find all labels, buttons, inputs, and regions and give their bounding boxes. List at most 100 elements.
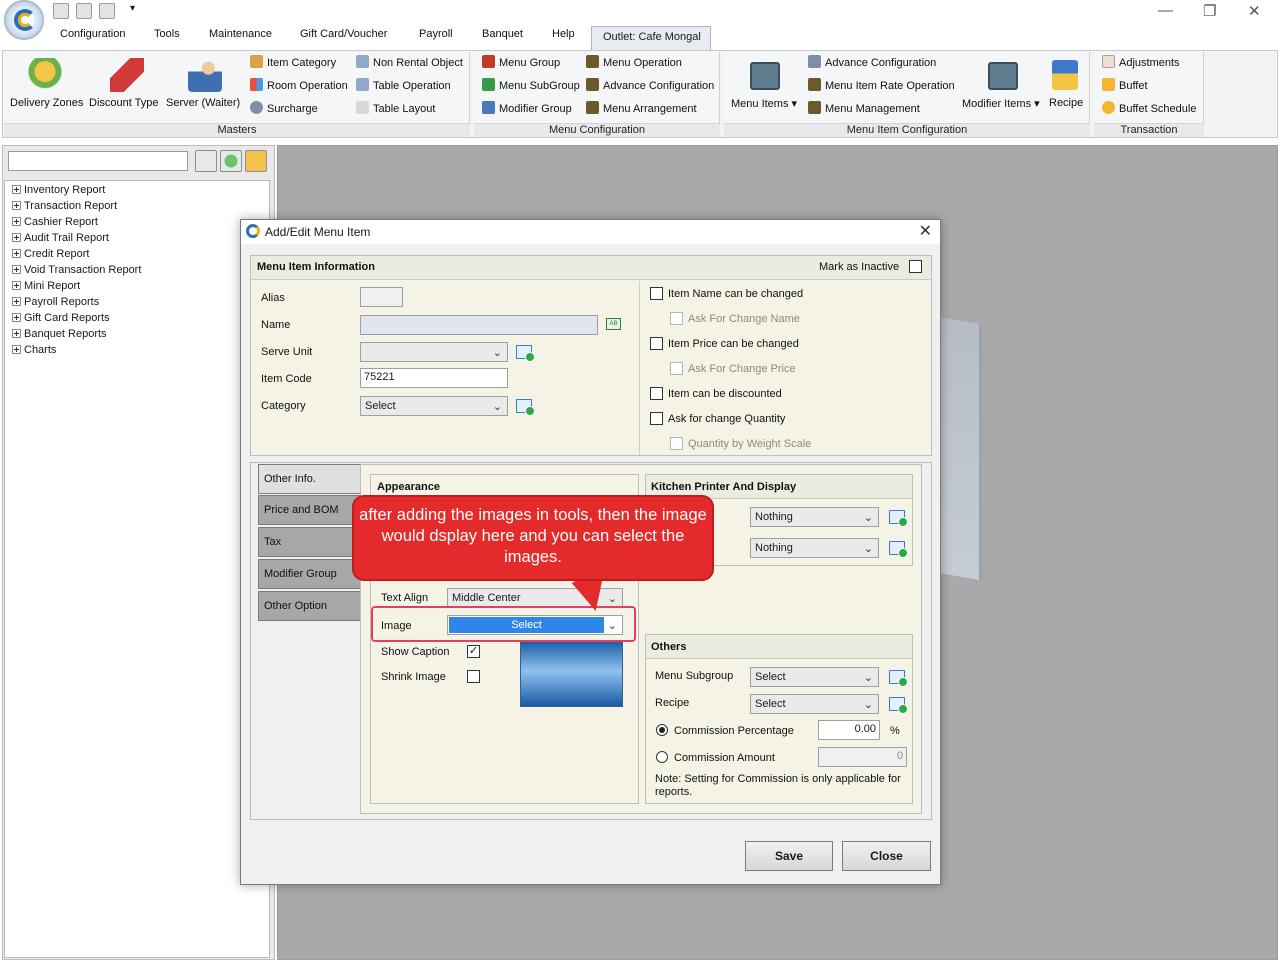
menu-items-button[interactable]: Menu Items ▾ bbox=[731, 97, 797, 110]
tree-item-transaction-report[interactable]: Transaction Report bbox=[12, 200, 117, 212]
refresh-icon[interactable] bbox=[220, 150, 242, 172]
expand-icon[interactable] bbox=[12, 217, 21, 226]
app-logo-icon[interactable] bbox=[4, 0, 44, 40]
serve-unit-select[interactable]: ⌄ bbox=[360, 342, 508, 362]
commission-percentage-field[interactable]: 0.00 bbox=[818, 720, 880, 740]
tab-tax[interactable]: Tax bbox=[258, 527, 361, 557]
tree-item-inventory-report[interactable]: Inventory Report bbox=[12, 184, 105, 196]
quick-access-dropdown-icon[interactable]: ▾ bbox=[130, 3, 135, 14]
commission-percentage-radio[interactable] bbox=[656, 724, 668, 736]
room-operation-button[interactable]: Room Operation bbox=[250, 78, 348, 94]
server-waiter-button[interactable]: Server (Waiter) bbox=[166, 97, 240, 109]
buffet-schedule-button[interactable]: Buffet Schedule bbox=[1102, 101, 1196, 117]
expand-icon[interactable] bbox=[12, 201, 21, 210]
tree-item-charts[interactable]: Charts bbox=[12, 344, 56, 356]
item-discountable-checkbox[interactable] bbox=[650, 387, 663, 400]
tree-item-banquet-reports[interactable]: Banquet Reports bbox=[12, 328, 107, 340]
item-code-field[interactable]: 75221 bbox=[360, 368, 508, 388]
close-window-icon[interactable]: ✕ bbox=[1248, 2, 1261, 20]
tab-outlet[interactable]: Outlet: Cafe Mongal bbox=[591, 26, 711, 50]
alias-field[interactable] bbox=[360, 287, 403, 307]
tree-item-void-transaction-report[interactable]: Void Transaction Report bbox=[12, 264, 141, 276]
expand-icon[interactable] bbox=[12, 313, 21, 322]
tab-gift-card[interactable]: Gift Card/Voucher bbox=[300, 28, 387, 40]
tree-item-audit-trail-report[interactable]: Audit Trail Report bbox=[12, 232, 109, 244]
expand-icon[interactable] bbox=[12, 249, 21, 258]
expand-icon[interactable] bbox=[12, 345, 21, 354]
show-caption-checkbox[interactable]: ✓ bbox=[467, 645, 480, 658]
add-kitchen-display-icon[interactable] bbox=[889, 541, 908, 558]
non-rental-object-button[interactable]: Non Rental Object bbox=[356, 55, 463, 71]
menu-operation-button[interactable]: Menu Operation bbox=[586, 55, 682, 71]
tree-item-credit-report[interactable]: Credit Report bbox=[12, 248, 89, 260]
tab-price-and-bom[interactable]: Price and BOM bbox=[258, 495, 361, 525]
expand-icon[interactable] bbox=[12, 265, 21, 274]
keyboard-icon[interactable]: AB bbox=[606, 318, 621, 330]
mark-inactive-checkbox[interactable] bbox=[909, 260, 922, 273]
item-category-button[interactable]: Item Category bbox=[250, 55, 336, 71]
tree-item-payroll-reports[interactable]: Payroll Reports bbox=[12, 296, 99, 308]
surcharge-button[interactable]: Surcharge bbox=[250, 101, 318, 117]
expand-icon[interactable] bbox=[12, 297, 21, 306]
sort-icon[interactable] bbox=[245, 150, 267, 172]
quick-access-refresh-icon[interactable] bbox=[76, 3, 92, 19]
shrink-image-checkbox[interactable] bbox=[467, 670, 480, 683]
item-name-changeable-checkbox[interactable] bbox=[650, 287, 663, 300]
quick-access-grid-icon[interactable] bbox=[53, 3, 69, 19]
kitchen-printer-select[interactable]: Nothing ⌄ bbox=[750, 507, 879, 527]
add-kitchen-printer-icon[interactable] bbox=[889, 510, 908, 527]
tree-item-mini-report[interactable]: Mini Report bbox=[12, 280, 80, 292]
item-price-changeable-checkbox[interactable] bbox=[650, 337, 663, 350]
expand-icon[interactable] bbox=[12, 185, 21, 194]
category-select[interactable]: Select ⌄ bbox=[360, 396, 508, 416]
restore-icon[interactable]: ❐ bbox=[1203, 2, 1216, 20]
menu-subgroup-button[interactable]: Menu SubGroup bbox=[482, 78, 580, 94]
adjustments-button[interactable]: Adjustments bbox=[1102, 55, 1180, 71]
modifier-group-button[interactable]: Modifier Group bbox=[482, 101, 572, 117]
close-button[interactable]: Close bbox=[842, 841, 931, 871]
commission-amount-field[interactable]: 0 bbox=[818, 747, 907, 767]
binoculars-icon[interactable] bbox=[195, 150, 217, 172]
minimize-icon[interactable]: — bbox=[1158, 2, 1173, 19]
add-menu-subgroup-icon[interactable] bbox=[889, 670, 908, 687]
expand-icon[interactable] bbox=[12, 329, 21, 338]
buffet-button[interactable]: Buffet bbox=[1102, 78, 1148, 94]
item-advance-configuration-button[interactable]: Advance Configuration bbox=[808, 55, 936, 71]
expand-icon[interactable] bbox=[12, 233, 21, 242]
table-layout-button[interactable]: Table Layout bbox=[356, 101, 435, 117]
add-recipe-icon[interactable] bbox=[889, 697, 908, 714]
recipe-select[interactable]: Select ⌄ bbox=[750, 694, 879, 714]
menu-management-button[interactable]: Menu Management bbox=[808, 101, 920, 117]
tab-banquet[interactable]: Banquet bbox=[482, 28, 523, 40]
tab-configuration[interactable]: Configuration bbox=[60, 28, 125, 40]
search-input[interactable] bbox=[8, 151, 188, 171]
table-operation-button[interactable]: Table Operation bbox=[356, 78, 451, 94]
tab-help[interactable]: Help bbox=[552, 28, 575, 40]
tab-other-option[interactable]: Other Option bbox=[258, 591, 361, 621]
expand-icon[interactable] bbox=[12, 281, 21, 290]
ask-change-price-checkbox[interactable] bbox=[670, 362, 683, 375]
kitchen-display-select[interactable]: Nothing ⌄ bbox=[750, 538, 879, 558]
save-button[interactable]: Save bbox=[745, 841, 833, 871]
menu-subgroup-select[interactable]: Select ⌄ bbox=[750, 667, 879, 687]
discount-type-button[interactable]: Discount Type bbox=[89, 97, 159, 109]
advance-configuration-button[interactable]: Advance Configuration bbox=[586, 78, 714, 94]
ask-change-name-checkbox[interactable] bbox=[670, 312, 683, 325]
tree-item-gift-card-reports[interactable]: Gift Card Reports bbox=[12, 312, 110, 324]
recipe-button[interactable]: Recipe bbox=[1049, 97, 1083, 109]
add-serve-unit-icon[interactable] bbox=[516, 345, 535, 362]
tab-other-info[interactable]: Other Info. bbox=[258, 464, 361, 494]
tab-tools[interactable]: Tools bbox=[154, 28, 180, 40]
quick-access-lock-icon[interactable] bbox=[99, 3, 115, 19]
modifier-items-button[interactable]: Modifier Items ▾ bbox=[962, 97, 1040, 110]
tab-maintenance[interactable]: Maintenance bbox=[209, 28, 272, 40]
name-field[interactable] bbox=[360, 315, 598, 335]
dialog-close-icon[interactable]: ✕ bbox=[919, 221, 932, 241]
menu-arrangement-button[interactable]: Menu Arrangement bbox=[586, 101, 697, 117]
tab-modifier-group[interactable]: Modifier Group bbox=[258, 559, 361, 589]
delivery-zones-button[interactable]: Delivery Zones bbox=[10, 97, 83, 109]
tab-payroll[interactable]: Payroll bbox=[419, 28, 453, 40]
add-category-icon[interactable] bbox=[516, 399, 535, 416]
menu-group-button[interactable]: Menu Group bbox=[482, 55, 560, 71]
menu-item-rate-operation-button[interactable]: Menu Item Rate Operation bbox=[808, 78, 955, 94]
